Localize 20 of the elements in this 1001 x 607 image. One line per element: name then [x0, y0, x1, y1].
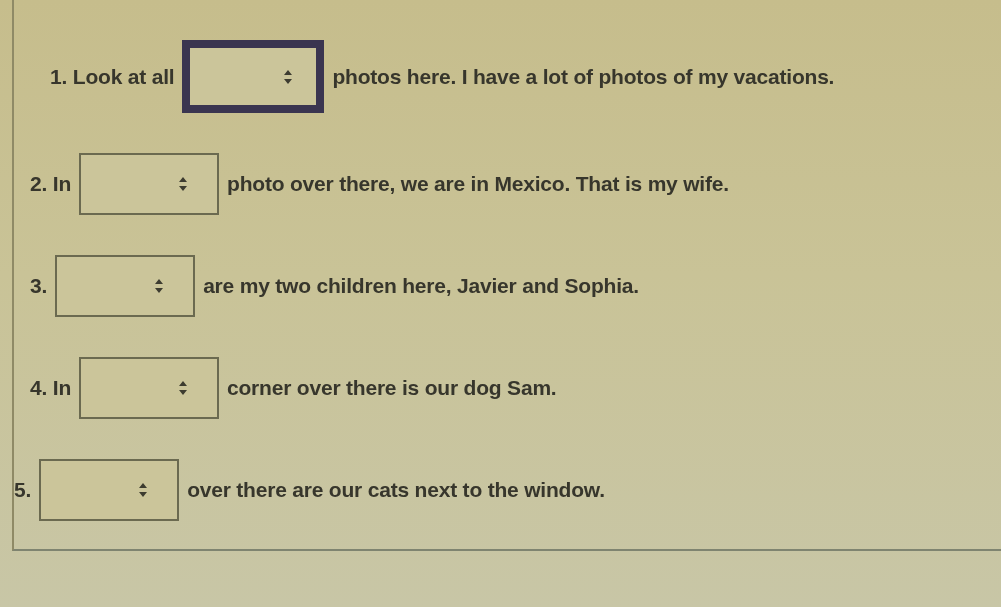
question-text: photo over there, we are in Mexico. That is my wife. — [227, 172, 729, 196]
question-text: corner over there is our dog Sam. — [227, 376, 557, 400]
question-text: 2. In — [30, 172, 71, 196]
question-text: are my two children here, Javier and Sophia. — [203, 274, 639, 298]
up-down-caret-icon — [284, 69, 293, 84]
question-text: over there are our cats next to the window. — [187, 478, 605, 502]
question-text: 3. — [30, 274, 48, 298]
question-text: photos here. I have a lot of photos of my vacations. — [332, 64, 835, 89]
up-down-caret-icon — [179, 381, 187, 395]
up-down-caret-icon — [179, 177, 187, 191]
dropdown-select[interactable] — [55, 255, 196, 317]
question-text: 4. In — [30, 376, 71, 400]
question-text: 5. — [14, 478, 32, 502]
up-down-caret-icon — [139, 483, 148, 497]
dropdown-select[interactable] — [39, 459, 180, 521]
dropdown-select[interactable] — [79, 153, 219, 215]
up-down-caret-icon — [155, 279, 164, 293]
dropdown-select[interactable] — [182, 40, 325, 113]
dropdown-select[interactable] — [79, 357, 219, 419]
question-text: 1. Look at all — [50, 64, 175, 89]
